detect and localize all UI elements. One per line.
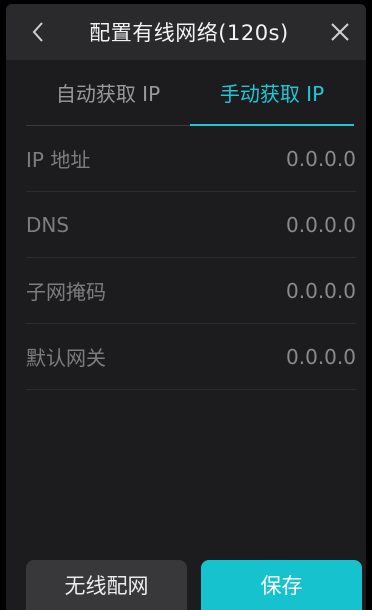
field-label: 默认网关 bbox=[26, 346, 106, 370]
dns-row[interactable]: DNS 0.0.0.0 bbox=[26, 192, 356, 258]
save-button[interactable]: 保存 bbox=[201, 560, 362, 610]
network-fields: IP 地址 0.0.0.0 DNS 0.0.0.0 子网掩码 0.0.0.0 默… bbox=[6, 126, 366, 390]
ip-mode-tabs: 自动获取 IP 手动获取 IP bbox=[6, 60, 366, 126]
default-gateway-value[interactable]: 0.0.0.0 bbox=[286, 345, 356, 369]
ip-address-value[interactable]: 0.0.0.0 bbox=[286, 147, 356, 171]
close-icon[interactable] bbox=[328, 20, 352, 44]
dialog-header: 配置有线网络(120s) bbox=[6, 4, 366, 60]
field-label: DNS bbox=[26, 212, 70, 237]
subnet-mask-value[interactable]: 0.0.0.0 bbox=[286, 279, 356, 303]
dialog-body: 自动获取 IP 手动获取 IP IP 地址 0.0.0.0 DNS 0.0.0.… bbox=[6, 60, 366, 610]
field-label: 子网掩码 bbox=[26, 280, 106, 304]
dialog-footer: 无线配网 保存 bbox=[26, 560, 362, 610]
subnet-mask-row[interactable]: 子网掩码 0.0.0.0 bbox=[26, 258, 356, 324]
default-gateway-row[interactable]: 默认网关 0.0.0.0 bbox=[26, 324, 356, 390]
dns-value[interactable]: 0.0.0.0 bbox=[286, 213, 356, 237]
ip-address-row[interactable]: IP 地址 0.0.0.0 bbox=[26, 126, 356, 192]
tab-manual-ip[interactable]: 手动获取 IP bbox=[190, 60, 354, 126]
field-label: IP 地址 bbox=[26, 148, 91, 172]
dialog-title: 配置有线网络(120s) bbox=[89, 21, 289, 45]
wired-network-dialog: 配置有线网络(120s) 自动获取 IP 手动获取 IP IP 地址 0.0.0… bbox=[0, 0, 372, 610]
chevron-left-icon[interactable] bbox=[26, 20, 50, 44]
wireless-setup-button[interactable]: 无线配网 bbox=[26, 560, 187, 610]
tab-auto-ip[interactable]: 自动获取 IP bbox=[26, 60, 190, 126]
